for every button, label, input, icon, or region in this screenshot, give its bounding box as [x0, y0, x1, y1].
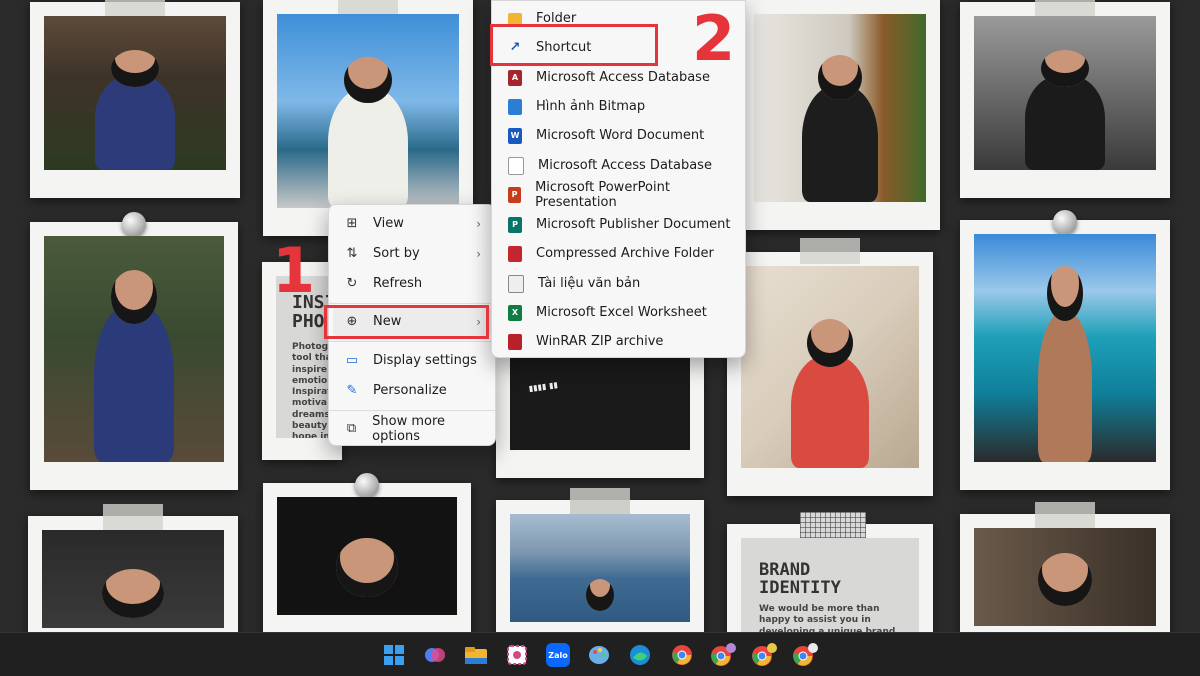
poster-title: BRAND IDENTITY [759, 560, 841, 598]
menu-separator [329, 303, 495, 304]
chrome-profile-1-icon[interactable] [710, 642, 736, 668]
photo-card [740, 0, 940, 230]
tape [570, 488, 630, 514]
poster-card: BRAND IDENTITY We would be more than hap… [727, 512, 933, 632]
menu-item-show-more-options[interactable]: ⧉ Show more options [333, 414, 491, 444]
publisher-icon: P [508, 216, 522, 233]
pushpin [355, 473, 379, 497]
chrome-profile-3-icon[interactable] [792, 642, 818, 668]
snipping-tool-icon[interactable] [504, 642, 530, 668]
powerpoint-icon: P [508, 186, 522, 203]
file-explorer-icon[interactable] [463, 642, 489, 668]
poster-body: We would be more than happy to assist yo… [759, 604, 896, 632]
photo [510, 514, 690, 622]
submenu-item-text-document[interactable]: Tài liệu văn bản [496, 269, 741, 298]
grid-icon: ⊞ [346, 216, 358, 231]
highlight-new [324, 305, 489, 339]
submenu-item-publisher[interactable]: P Microsoft Publisher Document [496, 210, 741, 239]
step-number-1: 1 [272, 234, 316, 307]
photo-card [960, 210, 1170, 490]
photo [974, 234, 1156, 462]
sort-icon: ⇅ [346, 246, 358, 261]
menu-item-personalize[interactable]: ✎ Personalize [333, 376, 491, 405]
submenu-item-winrar-zip[interactable]: WinRAR ZIP archive [496, 327, 741, 356]
winrar-icon [508, 333, 522, 350]
excel-icon: X [508, 304, 522, 321]
chrome-profile-2-icon[interactable] [751, 642, 777, 668]
menu-item-display-settings[interactable]: ▭ Display settings [333, 346, 491, 375]
submenu-item-compressed-folder[interactable]: Compressed Archive Folder [496, 239, 741, 268]
photo [754, 14, 926, 202]
photo [741, 266, 919, 468]
photo [974, 16, 1156, 170]
brush-icon: ✎ [346, 383, 358, 398]
copilot-icon[interactable] [422, 642, 448, 668]
tape [800, 238, 860, 264]
pushpin [1053, 210, 1077, 234]
chevron-right-icon: › [476, 216, 481, 231]
photo [277, 14, 459, 208]
poster-body: Photog tool tha inspire emotio Inspirat … [292, 342, 332, 438]
submenu-item-word-document[interactable]: W Microsoft Word Document [496, 121, 741, 150]
photo-card [496, 488, 704, 632]
submenu-item-powerpoint[interactable]: P Microsoft PowerPoint Presentation [496, 180, 741, 210]
photo [974, 528, 1156, 626]
submenu-item-bitmap-image[interactable]: Hình ảnh Bitmap [496, 92, 741, 121]
photo-card [960, 0, 1170, 198]
photo-card [30, 0, 240, 198]
menu-item-sort-by[interactable]: ⇅ Sort by › [333, 239, 491, 268]
chevron-right-icon: › [476, 246, 481, 261]
highlight-shortcut [490, 24, 658, 66]
tape [103, 504, 163, 530]
photo-card [28, 504, 238, 632]
photo [277, 497, 457, 615]
menu-separator [329, 410, 495, 411]
edge-icon[interactable] [627, 642, 653, 668]
menu-separator [329, 341, 495, 342]
display-icon: ▭ [345, 353, 359, 368]
photo [44, 236, 224, 462]
photo-card [727, 238, 933, 496]
tape [800, 512, 866, 538]
menu-item-refresh[interactable]: ↻ Refresh [333, 269, 491, 298]
photo [42, 530, 224, 628]
blank-file-icon [508, 156, 524, 175]
windows-start-icon[interactable] [381, 642, 407, 668]
access-icon: A [508, 69, 522, 86]
desktop-wallpaper[interactable]: INSI PHO Photog tool tha inspire emotio … [0, 0, 1200, 632]
menu-item-view[interactable]: ⊞ View › [333, 209, 491, 238]
step-number-2: 2 [692, 2, 736, 75]
bitmap-icon [508, 98, 522, 115]
chrome-icon[interactable] [669, 642, 695, 668]
tape [1035, 502, 1095, 528]
refresh-icon: ↻ [346, 276, 358, 291]
photo-card [30, 212, 238, 490]
zalo-icon[interactable]: Zalo [545, 642, 571, 668]
external-icon: ⧉ [346, 421, 357, 436]
photo-card [960, 502, 1170, 632]
photo-card [263, 473, 471, 632]
photo-card [263, 0, 473, 236]
paint-icon[interactable] [586, 642, 612, 668]
taskbar: Zalo [0, 632, 1200, 676]
folder-icon [508, 12, 522, 25]
submenu-item-excel-worksheet[interactable]: X Microsoft Excel Worksheet [496, 298, 741, 327]
pushpin [122, 212, 146, 236]
text-file-icon [508, 274, 524, 293]
word-icon: W [508, 127, 522, 144]
photo [44, 16, 226, 170]
submenu-item-access-database-2[interactable]: Microsoft Access Database [496, 151, 741, 180]
archive-icon [508, 245, 522, 262]
